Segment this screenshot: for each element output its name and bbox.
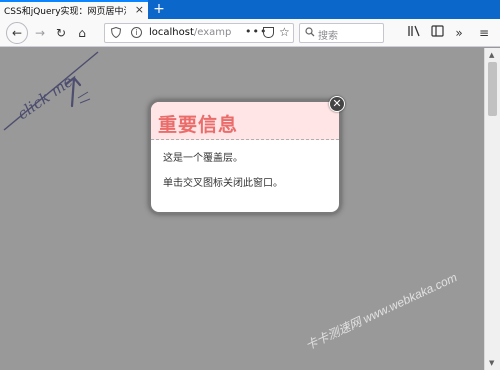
popup-text-line: 这是一个覆盖层。 (163, 153, 243, 164)
overflow-icon[interactable]: » (450, 24, 468, 42)
url-path: /examp (193, 27, 232, 38)
tab-title: CSS和jQuery实现：网页居中漂出 (4, 7, 126, 17)
tab-close-icon[interactable]: × (135, 3, 144, 17)
popup-text-line: 单击交叉图标关闭此窗口。 (163, 178, 283, 189)
sidebar-icon[interactable] (428, 24, 446, 42)
scribble-icon (77, 91, 91, 104)
forward-button[interactable]: → (31, 24, 49, 42)
popup-body: 这是一个覆盖层。 单击交叉图标关闭此窗口。 (151, 140, 339, 191)
search-input[interactable]: 搜索 (299, 23, 384, 43)
close-popup-button[interactable]: ✕ (329, 96, 345, 112)
menu-icon[interactable]: ≡ (475, 24, 493, 42)
site-info-icon[interactable]: i (131, 27, 142, 38)
scrollbar-thumb[interactable] (488, 62, 497, 116)
tab-strip: CSS和jQuery实现：网页居中漂出 × + (0, 0, 500, 19)
library-icon[interactable] (405, 24, 423, 42)
tracking-shield-icon[interactable] (110, 26, 122, 41)
url-host: localhost (149, 27, 194, 38)
reload-button[interactable]: ↻ (52, 24, 70, 42)
scroll-up-icon[interactable]: ▲ (489, 51, 494, 59)
vertical-scrollbar[interactable]: ▲ ▼ (484, 48, 500, 370)
search-placeholder: 搜索 (318, 31, 338, 42)
back-button[interactable]: ← (6, 22, 28, 44)
home-button[interactable]: ⌂ (73, 24, 91, 42)
bookmark-star-icon[interactable]: ☆ (279, 25, 290, 39)
url-bar[interactable]: i localhost/examp ••• ☆ (104, 23, 294, 43)
new-tab-button[interactable]: + (152, 0, 166, 19)
popup-header: 重要信息 (151, 102, 339, 140)
tab-active[interactable]: CSS和jQuery实现：网页居中漂出 × (0, 0, 148, 19)
overlay-popup: 重要信息 这是一个覆盖层。 单击交叉图标关闭此窗口。 (149, 100, 341, 214)
search-icon (305, 27, 315, 40)
pocket-icon[interactable] (263, 27, 274, 38)
click-me-text: click me (14, 72, 76, 123)
url-text[interactable]: localhost/examp (149, 27, 239, 38)
click-me-trigger[interactable]: click me (0, 48, 110, 138)
nav-toolbar: ← → ↻ ⌂ i localhost/examp ••• ☆ 搜索 » ≡ (0, 19, 500, 47)
popup-title: 重要信息 (158, 114, 239, 136)
scroll-down-icon[interactable]: ▼ (489, 359, 494, 367)
